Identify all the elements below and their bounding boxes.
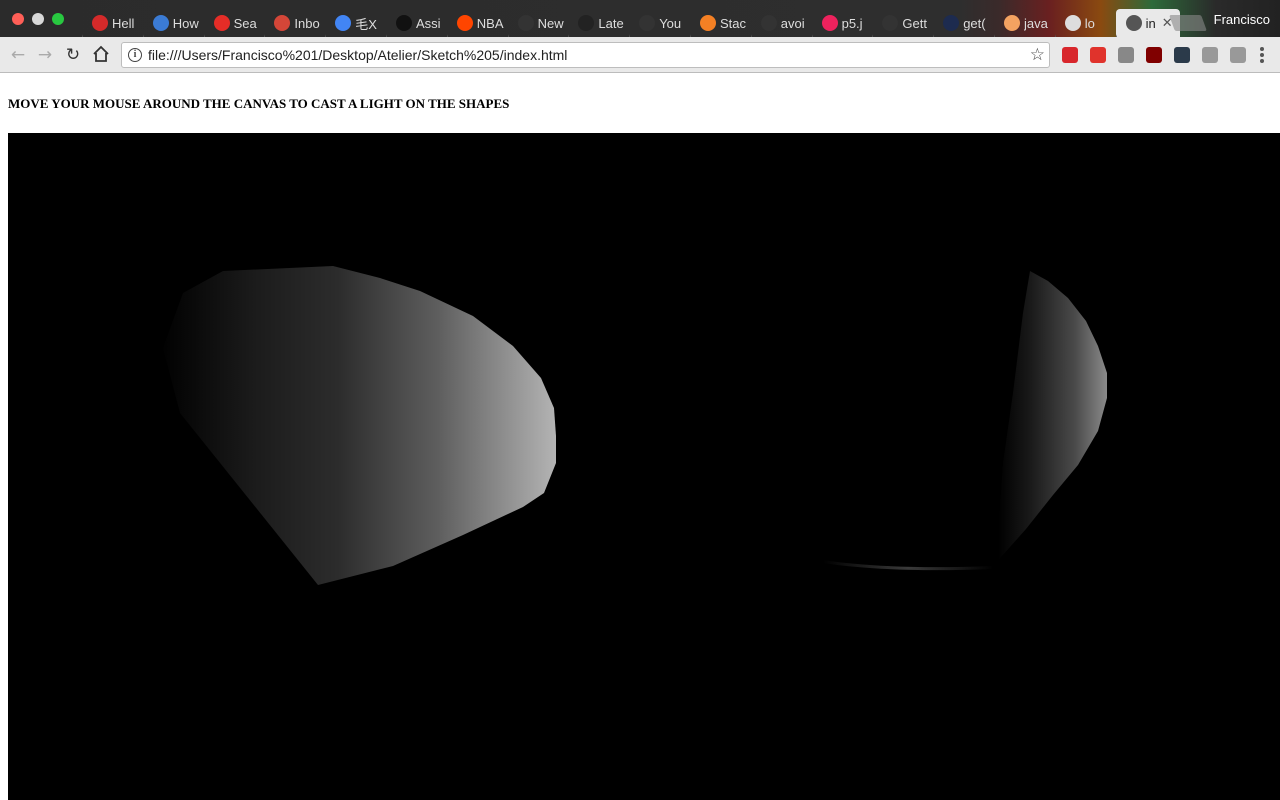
sketch-canvas[interactable] [8,133,1280,800]
h-icon[interactable] [1202,47,1218,63]
tab-9[interactable]: You [629,9,691,37]
pencil-icon [1004,15,1020,31]
page-icon [1125,15,1142,31]
tab-label: NBA [476,15,504,31]
reddit-icon [456,15,473,31]
tab-label: How [172,15,199,31]
tab-label: You [659,15,682,31]
left-shape [163,266,556,585]
tab-label: in [1145,15,1156,31]
youtube-icon [213,15,230,31]
tab-16[interactable]: lo [1055,9,1117,37]
plus-icon [396,15,412,31]
tab-8[interactable]: Late [568,9,630,37]
gmail-icon [274,15,291,31]
forward-arrow-icon[interactable]: → [35,45,55,65]
maximize-window-button[interactable] [52,13,64,25]
tab-label: avoi [780,15,805,31]
info-icon[interactable]: i [128,48,142,62]
profile-button[interactable]: Francisco [1214,12,1270,27]
tab-label: Inbo [294,15,320,31]
page-icon [1064,15,1081,31]
window-icon[interactable] [1230,47,1246,63]
star-icon [821,15,838,31]
globe-icon [152,15,169,31]
tab-5[interactable]: Assi [386,9,448,37]
github-icon [639,15,656,31]
tab-label: lo [1084,15,1095,31]
bookmark-star-icon[interactable]: ☆ [1030,45,1045,65]
quora-icon [578,15,595,31]
reload-icon[interactable]: ↻ [63,45,83,65]
adblock-icon[interactable] [1062,47,1078,63]
tab-label: Assi [416,15,441,31]
opera-icon [92,15,108,31]
tab-strip: Hell How Sea Inbo 毛X Assi NBA New Late You Stac avo… [0,0,1280,37]
tab-4[interactable]: 毛X [325,9,387,37]
tab-label: 毛X [355,16,377,32]
tab-17[interactable]: in ✕ [1115,9,1180,37]
menu-icon[interactable] [1256,46,1268,64]
mute-icon[interactable] [1090,47,1106,63]
tab-2[interactable]: Sea [204,9,266,37]
browser-toolbar: ← → ↻ i file:///Users/Francisco%201/Desk… [0,37,1280,73]
tab-label: p5.j [841,15,863,31]
p-icon [943,15,960,31]
record-icon [517,15,534,31]
right-shape [993,271,1107,566]
stackoverflow-icon [700,15,716,31]
github-icon [760,15,777,31]
tab-label: Gett [902,15,927,31]
tab-12[interactable]: p5.j [812,9,874,37]
tab-label: java [1024,15,1048,31]
tab-0[interactable]: Hell [82,9,144,37]
tab-13[interactable]: Gett [872,9,934,37]
ublock-icon[interactable] [1146,47,1162,63]
tab-label: Sea [233,15,257,31]
tab-10[interactable]: Stac [690,9,752,37]
google-icon [335,15,352,31]
address-bar[interactable]: i file:///Users/Francisco%201/Desktop/At… [121,42,1050,68]
back-arrow-icon[interactable]: ← [8,45,28,65]
github-icon [882,15,899,31]
tab-label: get( [963,15,986,31]
url-text[interactable]: file:///Users/Francisco%201/Desktop/Atel… [148,47,567,63]
tab-label: Late [598,15,624,31]
minimize-window-button[interactable] [32,13,44,25]
tab-3[interactable]: Inbo [264,9,326,37]
tab-1[interactable]: How [143,9,205,37]
page-content: MOVE YOUR MOUSE AROUND THE CANVAS TO CAS… [0,74,1280,800]
close-window-button[interactable] [12,13,24,25]
tab-7[interactable]: New [508,9,570,37]
tab-6[interactable]: NBA [447,9,509,37]
tab-15[interactable]: java [994,9,1056,37]
instruction-text: MOVE YOUR MOUSE AROUND THE CANVAS TO CAS… [8,96,510,111]
home-icon[interactable] [91,45,111,65]
color-icon[interactable] [1174,47,1190,63]
tab-14[interactable]: get( [933,9,995,37]
tab-label: Hell [112,15,135,31]
tab-11[interactable]: avoi [751,9,813,37]
tab-label: New [537,15,564,31]
new-tab-button[interactable] [1169,15,1207,31]
pixel-icon[interactable] [1118,47,1134,63]
right-shape-rim [823,560,993,571]
tab-label: Stac [720,15,747,31]
